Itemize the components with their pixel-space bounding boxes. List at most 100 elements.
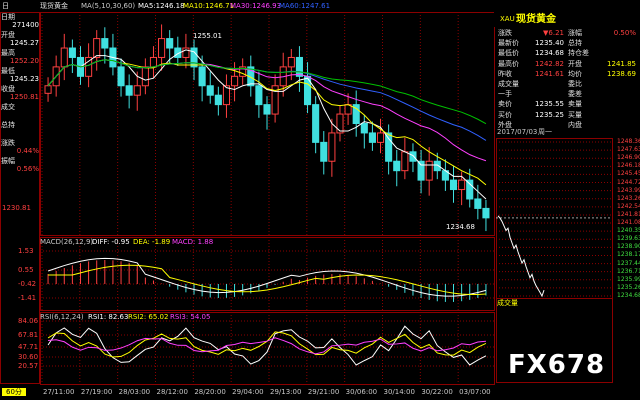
time-axis-label: 29/13:00: [270, 388, 302, 396]
info-label: 开盘: [1, 31, 15, 39]
quote-value: 1242.82: [535, 59, 564, 68]
intraday-axis-label: 1242.54: [617, 202, 640, 210]
candle-body: [368, 132, 376, 143]
quote-label: 卖价: [498, 100, 512, 109]
quote-value: 0.50%: [613, 29, 636, 37]
quote-row: 成交量 委比: [494, 79, 640, 89]
rsi-params: RSI(6,12,24): [40, 313, 84, 321]
candle-body: [417, 160, 425, 181]
macd-diff: DIFF: -0.95: [92, 238, 130, 246]
macd-value: MACD: 1.88: [172, 238, 214, 246]
rsi-axis-label: 84.06: [18, 317, 39, 325]
info-label: 涨跌: [1, 139, 15, 147]
quote-label: 内盘: [568, 120, 582, 129]
quote-value: 1238.69: [607, 69, 636, 78]
macd-axis-label: -1.41: [18, 294, 37, 302]
low-annotation: 1234.68: [446, 223, 475, 231]
rsi2-value: RSI2: 65.02: [128, 313, 169, 321]
quote-label: 均价: [568, 69, 582, 78]
candle-body: [60, 47, 68, 68]
intraday-axis-label: 1237.44: [617, 259, 640, 267]
intraday-date: 2017/07/03: [497, 128, 538, 136]
candle-body: [401, 151, 409, 172]
time-axis-label: 03/07:00: [459, 388, 491, 396]
candle-body: [141, 66, 149, 87]
info-label: 日期: [1, 13, 15, 21]
quote-value: 1241.85: [607, 59, 636, 68]
volume-label: 成交量: [497, 299, 518, 307]
intraday-axis-label: 1245.45: [617, 170, 640, 178]
candle-body: [336, 113, 344, 134]
info-value: 0.44%: [16, 147, 39, 155]
info-label: 最低: [1, 67, 15, 75]
time-axis-label: 30/06:00: [345, 388, 378, 396]
quote-value: 1241.61: [535, 69, 564, 78]
candle-body: [198, 66, 206, 87]
quote-label: 委差: [568, 90, 582, 99]
rsi3-value: RSI3: 54.05: [170, 313, 211, 321]
macd-axis-label: -0.42: [18, 280, 37, 288]
candle-body: [425, 160, 433, 181]
candle-body: [385, 132, 393, 162]
intraday-axis-label: 1243.26: [617, 194, 640, 202]
time-axis-label: 30/22:00: [421, 388, 453, 396]
quote-label: 总持: [568, 39, 582, 48]
candle-body: [393, 160, 401, 172]
high-annotation: 1255.01: [193, 32, 222, 40]
candle-body: [458, 179, 466, 191]
quote-value: 1235.40: [535, 39, 564, 48]
info-label: 收盘: [1, 85, 15, 93]
candle-body: [133, 85, 141, 96]
candle-body: [263, 104, 271, 115]
intraday-axis-label: 1238.90: [617, 243, 640, 251]
candle-body: [125, 85, 133, 96]
quote-label: 开盘: [568, 59, 582, 68]
intraday-axis-label: 1241.08: [617, 219, 640, 227]
quote-label: 买价: [498, 110, 512, 119]
info-label: 成交: [1, 103, 15, 111]
candle-body: [449, 179, 458, 191]
intraday-axis-label: 1234.68: [617, 292, 640, 299]
candle-body: [206, 85, 214, 96]
intraday-axis-label: 1241.81: [617, 210, 640, 218]
intraday-axis-label: 1239.63: [617, 235, 640, 243]
macd-dea: DEA: -1.89: [133, 238, 171, 246]
rsi-axis-label: 20.57: [18, 362, 39, 370]
time-axis-label: 29/21:00: [307, 388, 340, 396]
quote-value: 1235.55: [535, 100, 564, 109]
intraday-axis-label: 1235.99: [617, 275, 640, 283]
candle-body: [158, 38, 166, 58]
time-axis-label: 28/20:00: [194, 388, 226, 396]
quote-label: 买量: [568, 110, 582, 119]
quote-label: 一手: [498, 90, 512, 99]
macd-header: MACD(26,12,9) DIFF: -0.95 DEA: -1.89 MAC…: [0, 237, 494, 247]
quote-row: 一手 委差: [494, 89, 640, 99]
intraday-axis-label: 1240.35: [617, 227, 640, 235]
info-value: 271400: [12, 21, 39, 29]
intraday-weekday: 周一: [538, 128, 552, 136]
quote-label: 卖量: [568, 100, 582, 109]
quote-row: 最低价 1234.68 持仓差: [494, 48, 640, 58]
candle-body: [320, 141, 328, 162]
info-value: 1245.27: [10, 39, 39, 47]
quote-row: 买价 1235.25 买量: [494, 110, 640, 120]
info-value: 1252.20: [10, 57, 39, 65]
time-axis-label: 29/04:00: [232, 388, 264, 396]
info-label: 总持: [1, 121, 15, 129]
intraday-border: [496, 138, 613, 299]
watermark-logo: FX678: [508, 350, 606, 380]
intraday-axis-label: 1235.26: [617, 283, 640, 291]
candle-body: [149, 56, 158, 68]
candle-body: [44, 85, 52, 94]
candle-body: [295, 56, 303, 77]
quote-label: 最新价: [498, 39, 519, 48]
quote-label: 涨幅: [568, 29, 582, 37]
candle-body: [312, 104, 320, 143]
candle-body: [474, 198, 482, 209]
period-button[interactable]: 60分: [2, 388, 26, 396]
quote-row: 最新价 1235.40 总持: [494, 38, 640, 48]
candle-body: [360, 123, 368, 134]
time-axis-label: 28/12:00: [156, 388, 188, 396]
candle-body: [93, 38, 101, 58]
rsi-header: RSI(6,12,24) RSI1: 82.63 RSI2: 65.02 RSI…: [0, 312, 494, 322]
